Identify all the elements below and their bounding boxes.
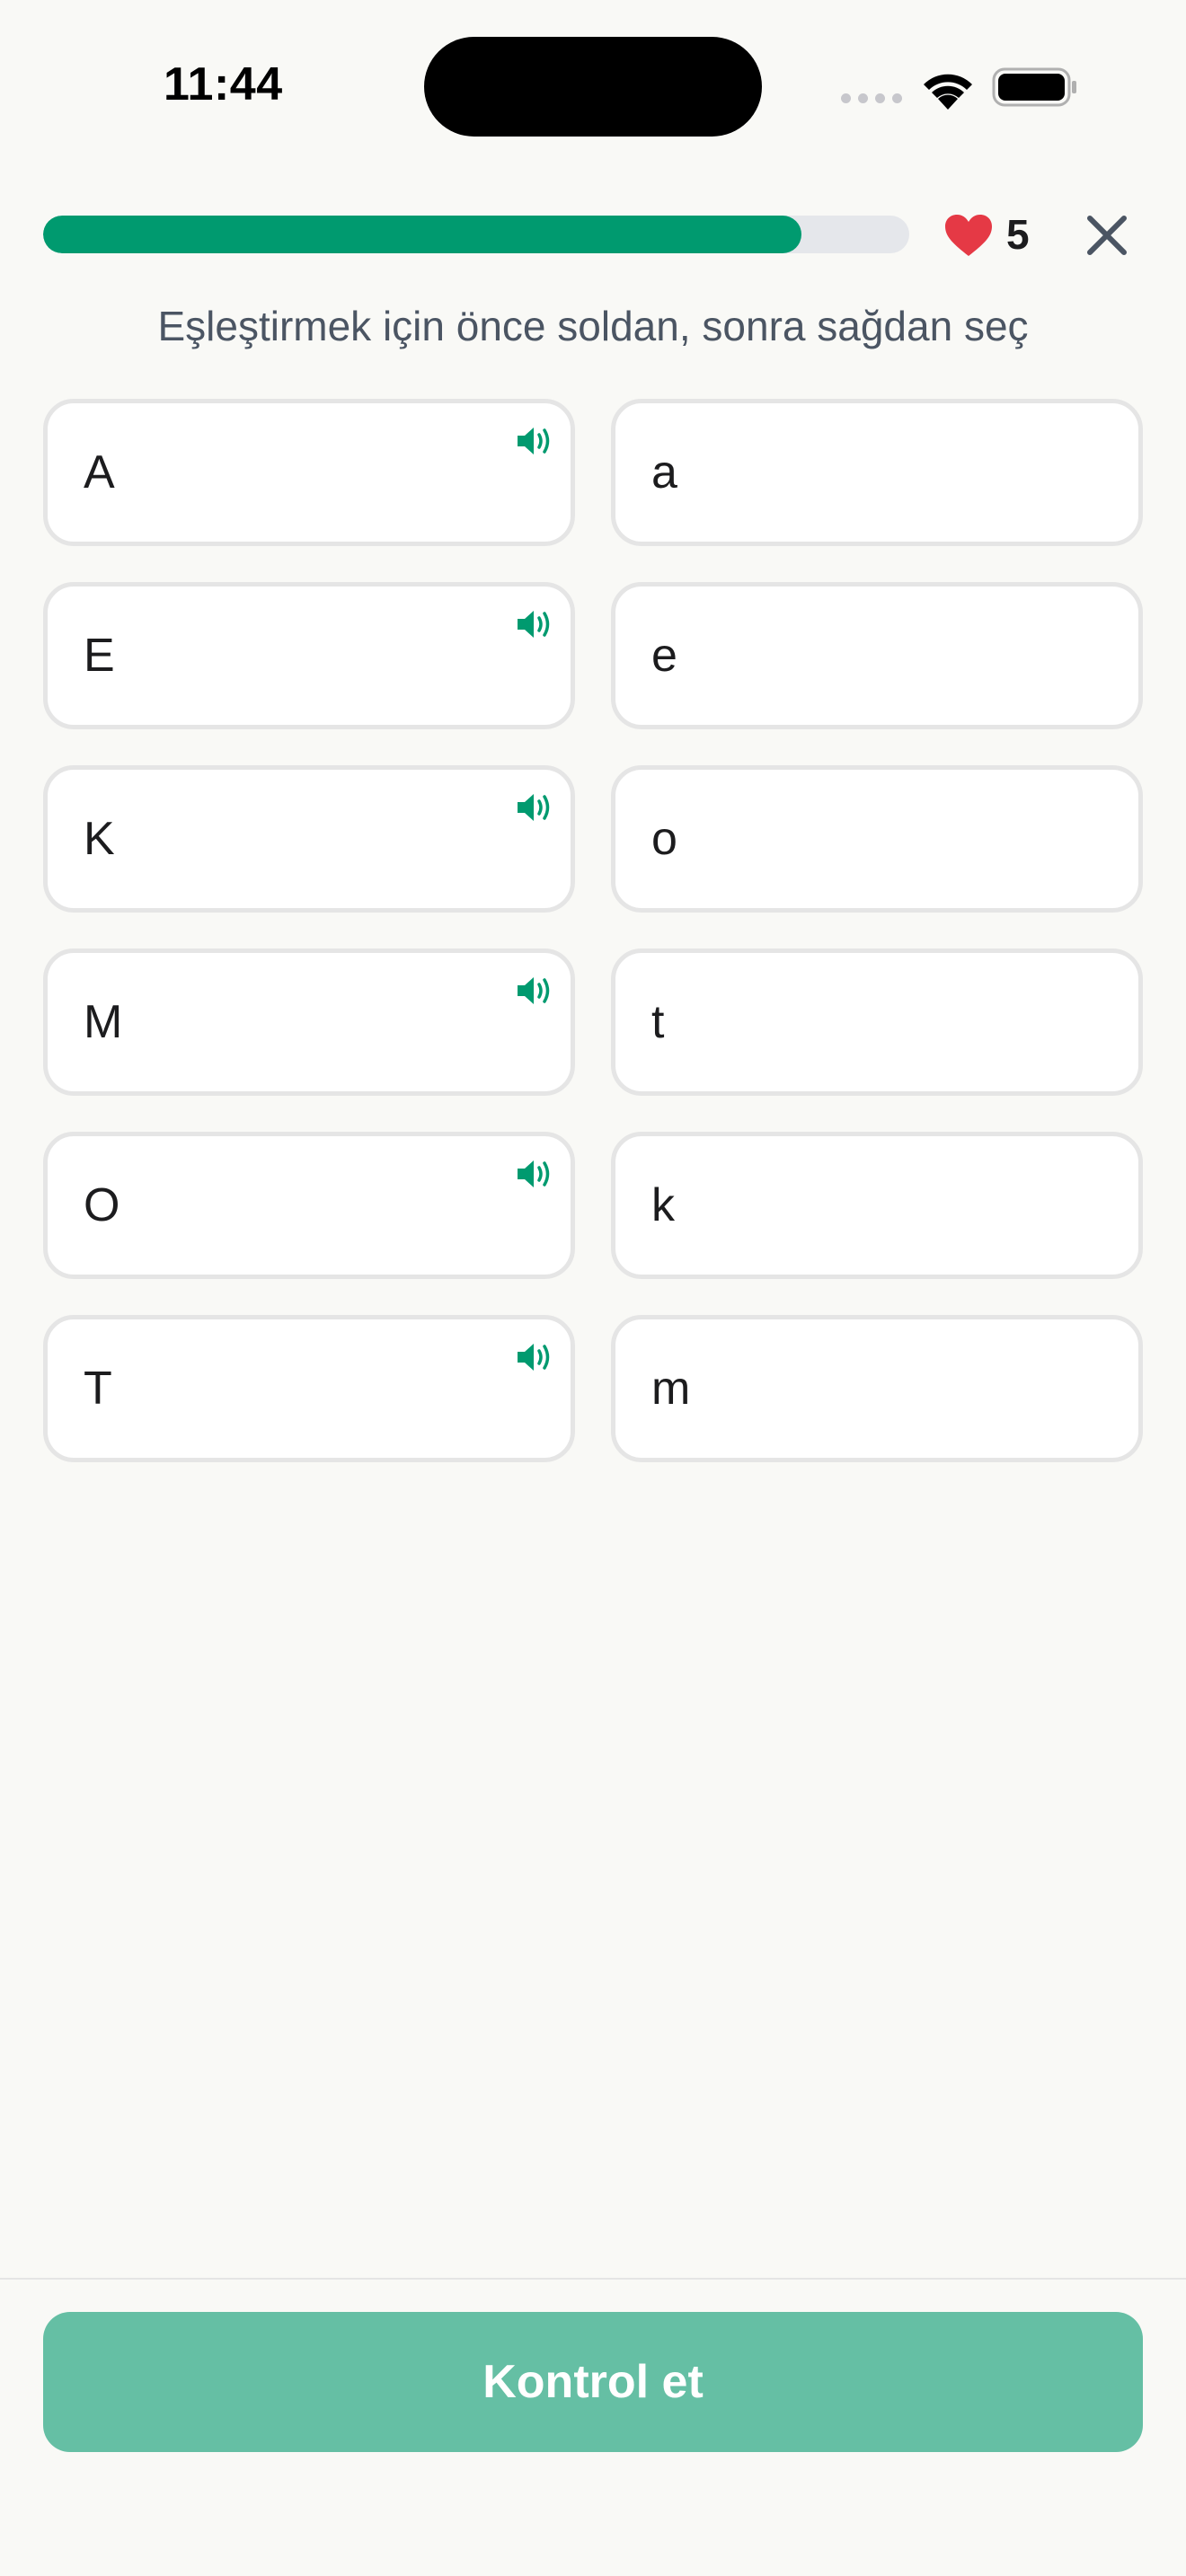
left-card-label: A [84, 446, 115, 498]
bottom-divider [0, 2278, 1186, 2280]
cellular-signal-icon [841, 93, 902, 103]
right-card-label: o [651, 813, 677, 865]
lesson-progress-fill [43, 216, 801, 253]
speaker-icon[interactable] [515, 608, 554, 640]
left-card-4[interactable]: M [43, 948, 575, 1096]
dynamic-island [424, 37, 762, 137]
right-card-label: t [651, 996, 665, 1048]
right-card-5[interactable]: k [611, 1132, 1143, 1279]
lesson-progress-bar [43, 216, 909, 253]
left-card-label: E [84, 630, 115, 682]
speaker-icon[interactable] [515, 1158, 554, 1190]
left-card-label: M [84, 996, 123, 1048]
speaker-icon[interactable] [515, 791, 554, 824]
right-card-4[interactable]: t [611, 948, 1143, 1096]
left-card-5[interactable]: O [43, 1132, 575, 1279]
heart-icon [945, 215, 992, 256]
right-card-label: k [651, 1179, 675, 1231]
left-card-label: T [84, 1363, 112, 1415]
left-card-6[interactable]: T [43, 1315, 575, 1462]
left-card-1[interactable]: A [43, 399, 575, 546]
battery-icon [992, 67, 1076, 107]
speaker-icon[interactable] [515, 1341, 554, 1373]
right-card-1[interactable]: a [611, 399, 1143, 546]
check-button[interactable]: Kontrol et [43, 2312, 1143, 2452]
left-card-label: O [84, 1179, 120, 1231]
right-card-label: a [651, 446, 677, 498]
screen: 11:44 5 Eşleştirmek için önce soldan, so… [0, 0, 1186, 2576]
lives-count: 5 [1006, 211, 1030, 258]
wifi-icon [924, 74, 972, 110]
left-card-label: K [84, 813, 115, 865]
status-time: 11:44 [164, 58, 283, 110]
instruction-text: Eşleştirmek için önce soldan, sonra sağd… [157, 303, 1029, 349]
speaker-icon[interactable] [515, 975, 554, 1007]
speaker-icon[interactable] [515, 425, 554, 457]
right-card-label: m [651, 1363, 691, 1415]
right-card-2[interactable]: e [611, 582, 1143, 729]
match-grid: A a E e K o M t O k T m [43, 399, 1143, 1462]
right-card-3[interactable]: o [611, 765, 1143, 913]
left-card-3[interactable]: K [43, 765, 575, 913]
left-card-2[interactable]: E [43, 582, 575, 729]
close-button[interactable] [1082, 210, 1132, 260]
right-card-6[interactable]: m [611, 1315, 1143, 1462]
close-icon [1087, 216, 1127, 255]
right-card-label: e [651, 630, 677, 682]
